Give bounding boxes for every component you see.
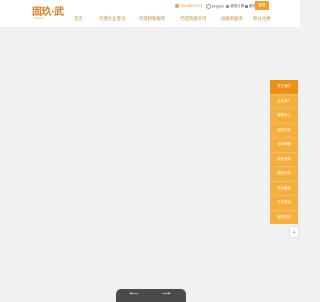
nav-item-home[interactable]: 首页	[74, 16, 83, 22]
side-item-guide[interactable]: 开发指南	[270, 195, 298, 210]
prev-arrow-icon[interactable]: ⟵	[124, 291, 144, 297]
login-button[interactable]: 登录	[255, 1, 269, 10]
logo-text: 固玖·武	[32, 7, 64, 18]
side-item-hotline[interactable]: 客服热线	[270, 209, 298, 224]
phone-link[interactable]: 400-880-0373	[175, 4, 202, 9]
briefcase-icon	[245, 4, 248, 8]
language-switch[interactable]: English	[206, 4, 224, 9]
side-item-tax-docs[interactable]: 国税文件	[270, 122, 298, 137]
language-label: English	[212, 4, 224, 9]
next-arrow-icon[interactable]: ⟶	[156, 291, 176, 297]
phone-number: 400-880-0373	[180, 4, 203, 8]
side-nav: 关于我们 企业简介 新闻中心 国税文件 业务邮箱 税务咨询 服务优惠 项目播报 …	[270, 80, 298, 224]
nav-item-tax[interactable]: 代理财税服务	[139, 16, 165, 22]
brand-logo[interactable]: 固玖·武 GUJIU WU	[32, 8, 64, 21]
slide-pager: ⟵ ⟶	[116, 289, 186, 302]
back-to-top-button[interactable]: ▲	[289, 226, 299, 238]
globe-icon	[206, 4, 211, 9]
side-item-about[interactable]: 关于我们	[270, 80, 298, 94]
nav-item-registration[interactable]: 代理企业登记	[99, 16, 125, 22]
user-icon	[226, 4, 229, 8]
header-bar: 固玖·武 GUJIU WU 400-880-0373 English 我的订单 …	[0, 0, 300, 27]
logo-subtext: GUJIU WU	[34, 18, 44, 20]
nav-item-license[interactable]: 代理资质许可	[180, 16, 206, 22]
nav-item-finance[interactable]: 投融资服务	[221, 16, 243, 22]
side-item-mail[interactable]: 业务邮箱	[270, 137, 298, 152]
nav-item-points[interactable]: 积分兑换	[253, 16, 271, 22]
side-item-news[interactable]: 新闻中心	[270, 108, 298, 123]
side-item-broadcast[interactable]: 项目播报	[270, 180, 298, 195]
side-item-offers[interactable]: 服务优惠	[270, 166, 298, 181]
side-item-consult[interactable]: 税务咨询	[270, 151, 298, 166]
user-link[interactable]: 我的订单	[226, 4, 244, 9]
user-label: 我的订单	[230, 4, 245, 8]
side-item-intro[interactable]: 企业简介	[270, 93, 298, 108]
phone-icon	[175, 4, 179, 9]
